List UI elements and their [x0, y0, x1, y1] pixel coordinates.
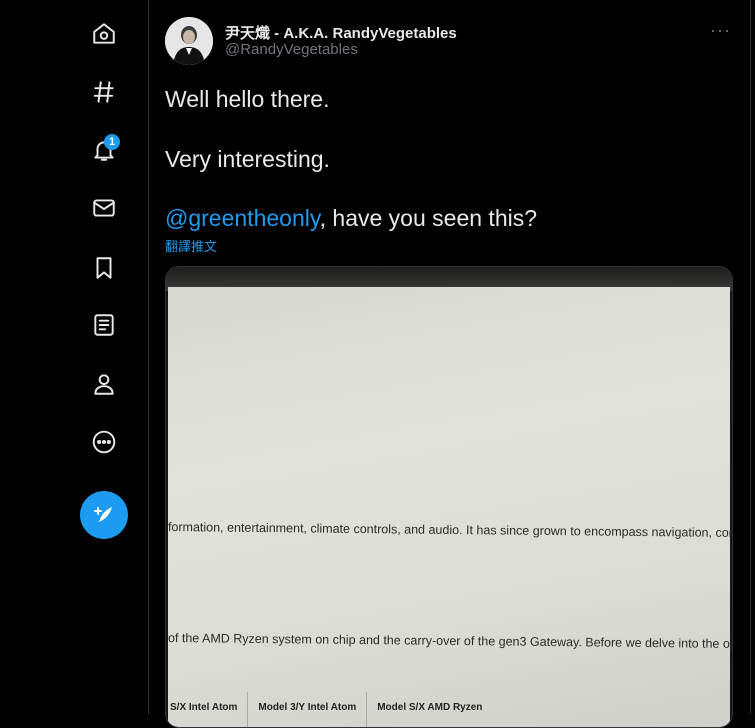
messages-icon[interactable] [84, 188, 124, 228]
user-handle[interactable]: @RandyVegetables [225, 41, 358, 58]
document-text-line: of the AMD Ryzen system on chip and the … [167, 631, 733, 652]
tweet-text-line-2: Very interesting. [165, 146, 330, 172]
explore-icon[interactable] [84, 72, 124, 112]
avatar[interactable] [165, 17, 213, 65]
more-options-icon[interactable]: ··· [710, 20, 731, 41]
tweet: 尹天熾 - A.K.A. RandyVegetables @RandyVeget… [149, 0, 750, 728]
document-table-cell: S/X Intel Atom [170, 702, 238, 713]
profile-icon[interactable] [84, 364, 124, 404]
compose-tweet-icon [94, 507, 112, 522]
more-icon[interactable] [84, 422, 124, 462]
display-name[interactable]: 尹天熾 - A.K.A. RandyVegetables [225, 22, 457, 43]
bookmarks-icon[interactable] [84, 248, 124, 288]
translate-tweet-link[interactable]: 翻譯推文 [165, 236, 217, 255]
tweet-text-line-3: @greentheonly, have you seen this? [165, 205, 537, 232]
tweet-text-line-1: Well hello there. [165, 86, 330, 112]
notification-count-badge: 1 [104, 134, 120, 150]
document-table-header: S/X Intel Atom Model 3/Y Intel Atom Mode… [168, 692, 492, 727]
photo-paper: formation, entertainment, climate contro… [167, 287, 733, 727]
document-text-line: formation, entertainment, climate contro… [167, 520, 733, 541]
column-divider-right [750, 0, 751, 714]
lists-icon[interactable] [84, 305, 124, 345]
mention-link[interactable]: @greentheonly [165, 205, 320, 231]
compose-tweet-button[interactable] [80, 491, 128, 539]
sidebar-nav: 1 [0, 0, 148, 714]
tweet-media-image[interactable]: formation, entertainment, climate contro… [165, 266, 733, 728]
tweet-text-line-3-rest: , have you seen this? [319, 205, 538, 231]
document-table-cell: Model 3/Y Intel Atom [247, 692, 366, 727]
document-table-cell: Model S/X AMD Ryzen [366, 692, 492, 727]
home-icon[interactable] [84, 14, 124, 54]
